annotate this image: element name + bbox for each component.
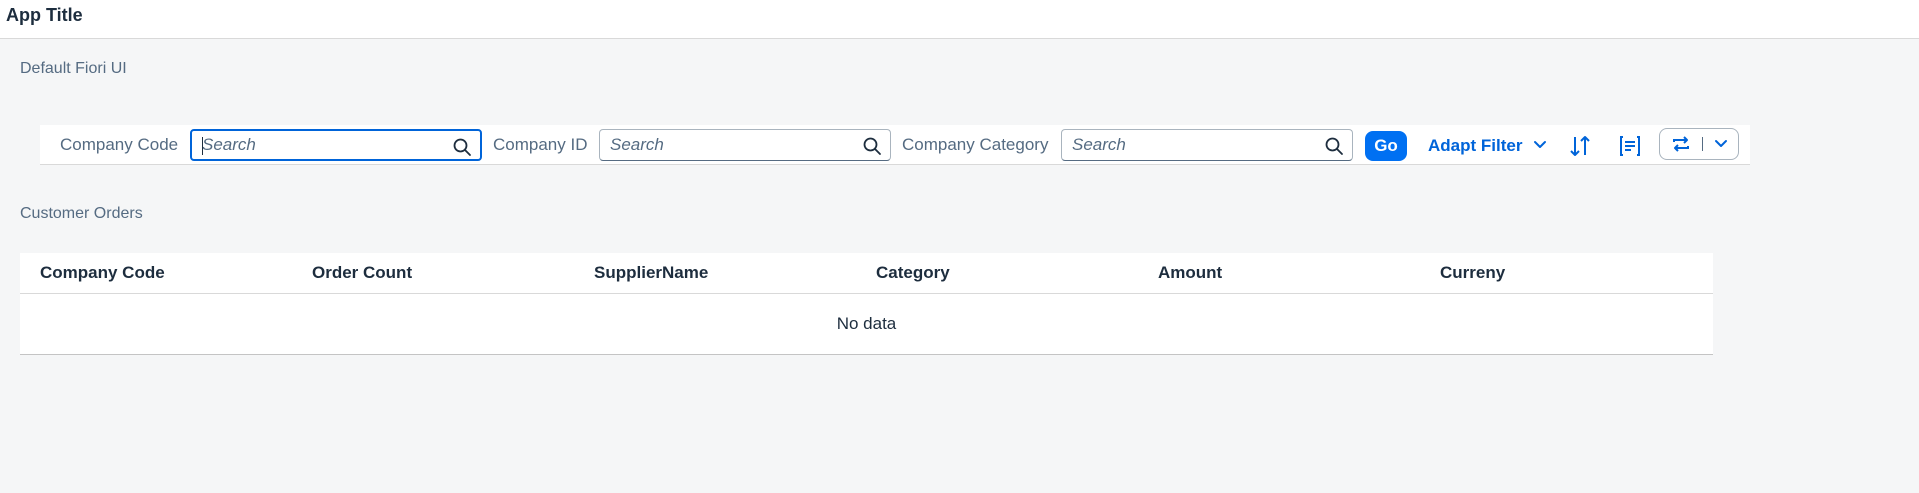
column-header-currency[interactable]: Curreny (1440, 263, 1505, 283)
search-icon[interactable] (1324, 136, 1344, 156)
company-id-search-field[interactable] (610, 130, 850, 160)
customer-orders-table: Company Code Order Count SupplierName Ca… (20, 253, 1713, 355)
column-header-supplier-name[interactable]: SupplierName (594, 263, 708, 283)
no-data-message: No data (836, 314, 897, 333)
table-body: No data (20, 294, 1713, 355)
page-subtitle: Default Fiori UI (20, 60, 127, 77)
text-caret (202, 137, 203, 155)
search-icon[interactable] (862, 136, 882, 156)
column-header-order-count[interactable]: Order Count (312, 263, 412, 283)
column-header-company-code[interactable]: Company Code (40, 263, 165, 283)
variant-management-button[interactable] (1659, 128, 1739, 160)
table-header-row: Company Code Order Count SupplierName Ca… (20, 253, 1713, 294)
company-code-input[interactable] (190, 129, 482, 161)
chevron-down-icon (1534, 141, 1547, 149)
column-header-amount[interactable]: Amount (1158, 263, 1222, 283)
chevron-down-icon[interactable] (1713, 137, 1729, 151)
company-category-label: Company Category (902, 135, 1049, 154)
company-id-label: Company ID (493, 135, 588, 154)
company-code-label: Company Code (60, 135, 179, 154)
filter-bar: Company Code Company ID Company Category… (40, 125, 1750, 165)
search-icon[interactable] (452, 137, 472, 157)
company-category-input[interactable] (1061, 129, 1353, 161)
table-title: Customer Orders (20, 205, 143, 222)
company-code-search-field[interactable] (202, 131, 442, 159)
adapt-filter-button[interactable]: Adapt Filter (1428, 131, 1547, 161)
button-separator (1702, 137, 1703, 151)
shell-bar: App Title (0, 0, 1919, 39)
company-category-search-field[interactable] (1072, 130, 1312, 160)
company-id-input[interactable] (599, 129, 891, 161)
sort-icon[interactable] (1564, 131, 1596, 161)
app-title: App Title (6, 5, 83, 25)
adapt-filter-label: Adapt Filter (1428, 136, 1523, 155)
go-button[interactable]: Go (1365, 131, 1407, 161)
column-header-category[interactable]: Category (876, 263, 950, 283)
variant-sync-icon (1673, 136, 1689, 152)
table-settings-icon[interactable] (1614, 131, 1646, 161)
